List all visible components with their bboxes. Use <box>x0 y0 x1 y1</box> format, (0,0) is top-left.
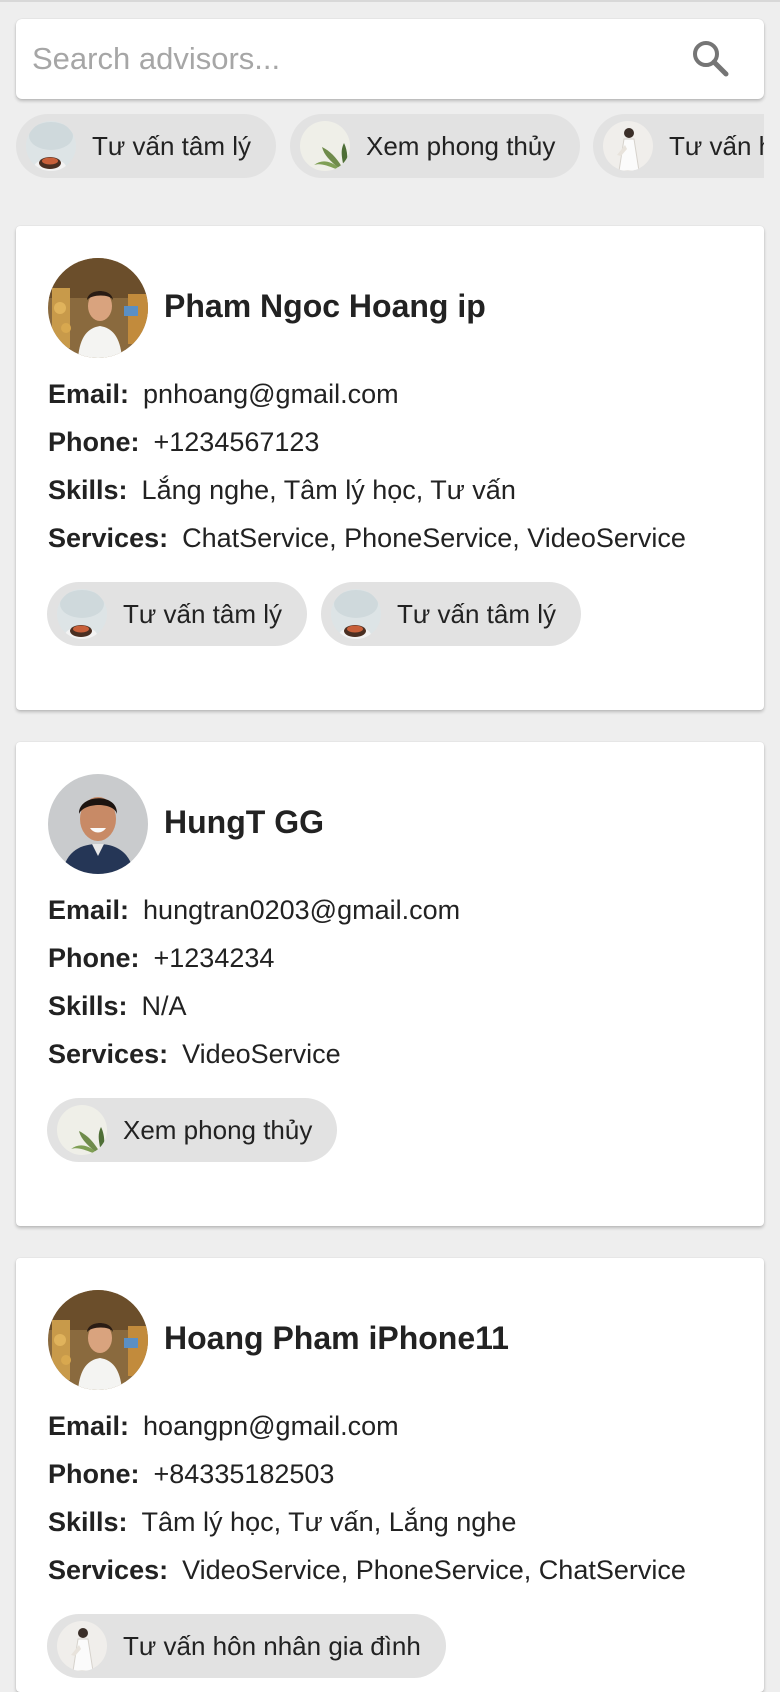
category-chip-label: Tư vấn tâm lý <box>92 130 251 161</box>
bride-thumbnail <box>57 1621 107 1671</box>
advisor-tag-chip[interactable]: Tư vấn hôn nhân gia đình <box>47 1614 446 1678</box>
category-chip-tu-van-tam-ly[interactable]: Tư vấn tâm lý <box>16 114 276 178</box>
services-value: VideoService, PhoneService, ChatService <box>182 1555 686 1585</box>
email-row: Email: hungtran0203@gmail.com <box>48 895 461 925</box>
plant-thumbnail <box>57 1105 107 1155</box>
advisor-card[interactable]: HungT GG Email: hungtran0203@gmail.com Ph… <box>16 742 764 1226</box>
category-chip-xem-phong-thuy[interactable]: Xem phong thủy <box>290 114 581 178</box>
email-value: hungtran0203@gmail.com <box>143 895 461 925</box>
phone-value: +1234234 <box>153 943 275 973</box>
advisor-card[interactable]: Pham Ngoc Hoang ip Email: pnhoang@gmail.c… <box>16 226 764 710</box>
plant-thumbnail <box>300 121 350 171</box>
phone-value: +84335182503 <box>153 1459 335 1489</box>
phone-row: Phone: +1234567123 <box>48 427 320 457</box>
avatar <box>48 258 148 358</box>
phone-row: Phone: +84335182503 <box>48 1459 335 1489</box>
skills-row: Skills: Lắng nghe, Tâm lý học, Tư vấn <box>48 475 516 505</box>
search-icon[interactable] <box>690 38 730 78</box>
services-row: Services: ChatService, PhoneService, Vide… <box>48 523 686 553</box>
phone-value: +1234567123 <box>153 427 320 457</box>
email-value: hoangpn@gmail.com <box>143 1411 399 1441</box>
cup-thumbnail <box>26 121 76 171</box>
category-chip-label: Tư vấn h <box>669 130 764 161</box>
category-chip-label: Xem phong thủy <box>366 130 556 161</box>
advisor-tag-chip[interactable]: Tư vấn tâm lý <box>321 582 581 646</box>
top-divider <box>0 0 780 2</box>
skills-value: Lắng nghe, Tâm lý học, Tư vấn <box>141 475 516 505</box>
services-row: Services: VideoService, PhoneService, Cha… <box>48 1555 686 1585</box>
skills-row: Skills: N/A <box>48 991 187 1021</box>
services-row: Services: VideoService <box>48 1039 341 1069</box>
skills-value: Tâm lý học, Tư vấn, Lắng nghe <box>141 1507 517 1537</box>
search-input[interactable] <box>16 19 676 99</box>
category-chip-strip[interactable]: Tư vấn tâm lý Xem phong thủy Tư vấn h <box>0 114 764 180</box>
email-value: pnhoang@gmail.com <box>143 379 399 409</box>
email-row: Email: hoangpn@gmail.com <box>48 1411 399 1441</box>
advisor-tag-label: Tư vấn hôn nhân gia đình <box>123 1630 421 1661</box>
email-row: Email: pnhoang@gmail.com <box>48 379 399 409</box>
advisor-tag-chip[interactable]: Xem phong thủy <box>47 1098 338 1162</box>
skills-row: Skills: Tâm lý học, Tư vấn, Lắng nghe <box>48 1507 517 1537</box>
avatar <box>48 1290 148 1390</box>
advisor-name: Pham Ngoc Hoang ip <box>164 288 486 324</box>
cup-thumbnail <box>331 589 381 639</box>
category-chip-tu-van-hon-nhan[interactable]: Tư vấn h <box>593 114 764 178</box>
advisor-name: HungT GG <box>164 804 324 840</box>
cup-thumbnail <box>57 589 107 639</box>
bride-thumbnail <box>603 121 653 171</box>
advisor-tag-label: Tư vấn tâm lý <box>397 598 556 629</box>
advisor-tag-label: Tư vấn tâm lý <box>123 598 282 629</box>
advisor-tag-chip[interactable]: Tư vấn tâm lý <box>47 582 307 646</box>
advisor-card[interactable]: Hoang Pham iPhone11 Email: hoangpn@gmail.… <box>16 1258 764 1692</box>
search-bar <box>16 19 764 99</box>
advisor-name: Hoang Pham iPhone11 <box>164 1320 509 1356</box>
skills-value: N/A <box>141 991 187 1021</box>
advisor-tag-label: Xem phong thủy <box>123 1114 313 1145</box>
phone-row: Phone: +1234234 <box>48 943 275 973</box>
services-value: ChatService, PhoneService, VideoService <box>182 523 686 553</box>
services-value: VideoService <box>182 1039 341 1069</box>
avatar <box>48 774 148 874</box>
